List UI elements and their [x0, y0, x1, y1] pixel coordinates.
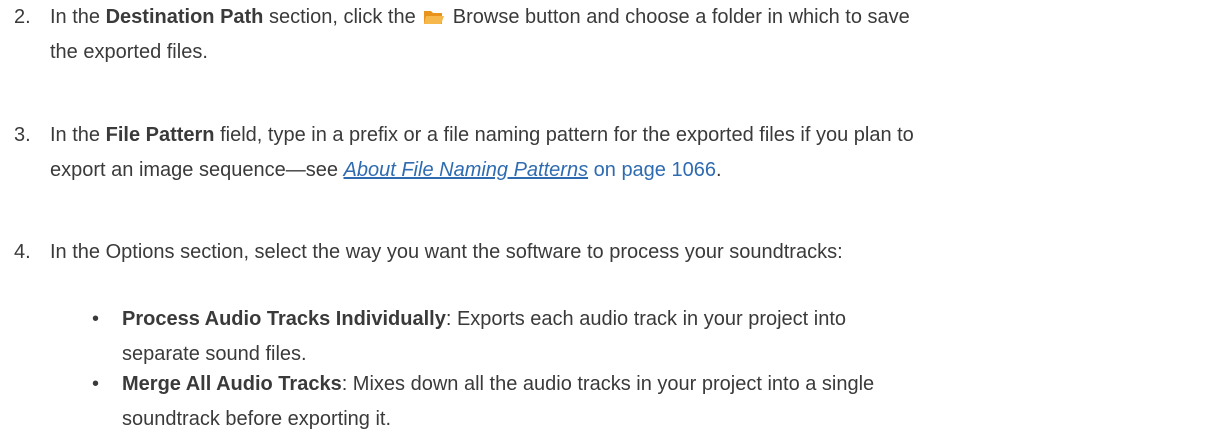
step-number: 2.	[14, 6, 31, 28]
document-page: 2. In the Destination Path section, clic…	[0, 0, 1214, 439]
step-text: In the Destination Path section, click t…	[50, 0, 1200, 70]
bold-term: Process Audio Tracks Individually	[122, 308, 446, 330]
text-segment: In the	[50, 6, 106, 28]
step-line-1: In the Destination Path section, click t…	[50, 0, 1200, 35]
step-line-1: In the File Pattern field, type in a pre…	[50, 118, 1200, 153]
bullet-text: Merge All Audio Tracks: Mixes down all t…	[122, 367, 1192, 437]
cross-reference-link[interactable]: About File Naming Patterns	[344, 159, 589, 181]
text-segment: Browse button and choose a folder in whi…	[447, 6, 910, 28]
bold-term: Destination Path	[105, 6, 264, 28]
step-number: 4.	[14, 241, 31, 263]
step-text: In the Options section, select the way y…	[50, 241, 843, 263]
step-line-2: export an image sequence—see About File …	[50, 153, 1200, 188]
text-segment: : Exports each audio track in your proje…	[445, 308, 847, 330]
text-segment: export an image sequence—see	[50, 159, 344, 181]
bullet-text: Process Audio Tracks Individually: Expor…	[122, 302, 1192, 372]
bullet-line-1: Process Audio Tracks Individually: Expor…	[122, 302, 1192, 337]
bullet-dot-icon: •	[92, 308, 100, 330]
bullet-dot-icon: •	[92, 373, 100, 395]
folder-open-icon	[423, 3, 445, 24]
page-reference-link[interactable]: on page 1066	[588, 159, 716, 181]
bold-term: File Pattern	[105, 124, 215, 146]
text-segment: section, click the	[263, 6, 422, 28]
step-text: In the File Pattern field, type in a pre…	[50, 118, 1200, 188]
text-segment: : Mixes down all the audio tracks in you…	[341, 373, 875, 395]
text-segment: field, type in a prefix or a file naming…	[214, 124, 914, 146]
step-line-2: the exported files.	[50, 41, 208, 63]
bold-term: Merge All Audio Tracks	[122, 373, 342, 395]
bullet-line-1: Merge All Audio Tracks: Mixes down all t…	[122, 367, 1192, 402]
step-number: 3.	[14, 124, 31, 146]
text-segment: .	[715, 159, 722, 181]
text-segment: In the	[50, 124, 106, 146]
bullet-line-2: soundtrack before exporting it.	[122, 408, 392, 430]
